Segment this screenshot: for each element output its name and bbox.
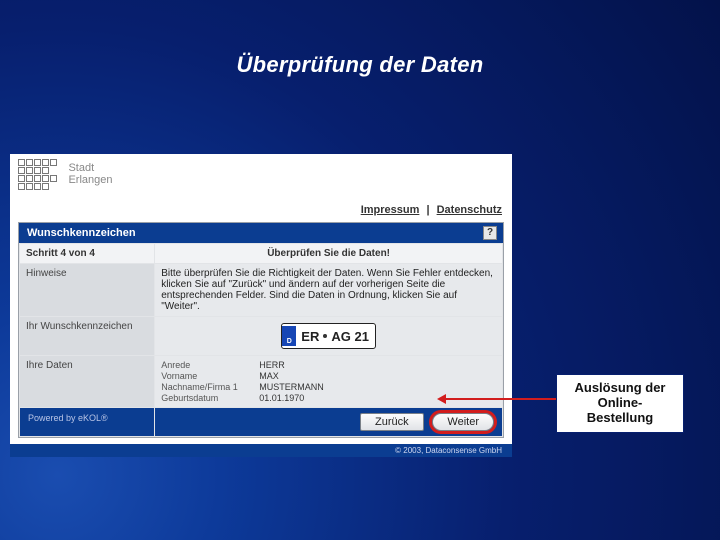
top-links: Impressum | Datenschutz — [10, 200, 512, 222]
field-anrede-k: Anrede — [161, 360, 251, 370]
impressum-link[interactable]: Impressum — [361, 204, 420, 216]
field-vorname-v: MAX — [259, 371, 496, 381]
callout-box: Auslösung der Online- Bestellung — [556, 374, 684, 433]
callout-line1: Auslösung der — [574, 380, 665, 395]
callout-line3: Bestellung — [587, 410, 653, 425]
field-anrede-v: HERR — [259, 360, 496, 370]
panel-title-bar: Wunschkennzeichen ? — [19, 223, 503, 243]
row-hinweise-text: Bitte überprüfen Sie die Richtigkeit der… — [155, 264, 503, 317]
powered-by: Powered by eKOL® — [20, 408, 155, 437]
field-vorname-k: Vorname — [161, 371, 251, 381]
row-plate-value: D ER AG 21 — [155, 317, 503, 356]
city-logo-text: Stadt Erlangen — [68, 162, 112, 186]
wizard-panel: Wunschkennzeichen ? Schritt 4 von 4 Über… — [18, 222, 504, 438]
plate-seal-icon — [323, 334, 327, 338]
plate-region: ER — [301, 329, 319, 344]
row-data-label: Ihre Daten — [20, 356, 155, 408]
field-geb-k: Geburtsdatum — [161, 393, 251, 403]
plate-digits: 21 — [354, 329, 368, 344]
next-button[interactable]: Weiter — [432, 413, 494, 431]
datenschutz-link[interactable]: Datenschutz — [437, 204, 502, 216]
field-nachname-v: MUSTERMANN — [259, 382, 496, 392]
license-plate: D ER AG 21 — [281, 323, 376, 349]
panel-title: Wunschkennzeichen — [27, 227, 136, 239]
callout-arrow-icon — [440, 398, 562, 400]
callout-line2: Online- — [598, 395, 643, 410]
plate-letters: AG — [331, 329, 351, 344]
step-header: Überprüfen Sie die Daten! — [155, 244, 503, 264]
logo-line1: Stadt — [68, 162, 94, 174]
header-logo-row: Stadt Erlangen — [10, 154, 512, 200]
eu-badge-icon: D — [282, 326, 296, 346]
button-row: Zurück Weiter — [155, 408, 503, 437]
link-separator: | — [426, 204, 429, 216]
city-logo-icon — [18, 158, 58, 190]
back-button[interactable]: Zurück — [360, 413, 424, 431]
app-window: Stadt Erlangen Impressum | Datenschutz W… — [10, 154, 512, 457]
logo-line2: Erlangen — [68, 174, 112, 186]
step-indicator: Schritt 4 von 4 — [20, 244, 155, 264]
slide-title: Überprüfung der Daten — [0, 52, 720, 78]
help-button[interactable]: ? — [483, 226, 497, 240]
row-plate-label: Ihr Wunschkennzeichen — [20, 317, 155, 356]
powered-by-text: Powered by eKOL® — [28, 413, 108, 423]
field-nachname-k: Nachname/Firma 1 — [161, 382, 251, 392]
row-hinweise-label: Hinweise — [20, 264, 155, 317]
copyright-bar: © 2003, Dataconsense GmbH — [10, 444, 512, 457]
